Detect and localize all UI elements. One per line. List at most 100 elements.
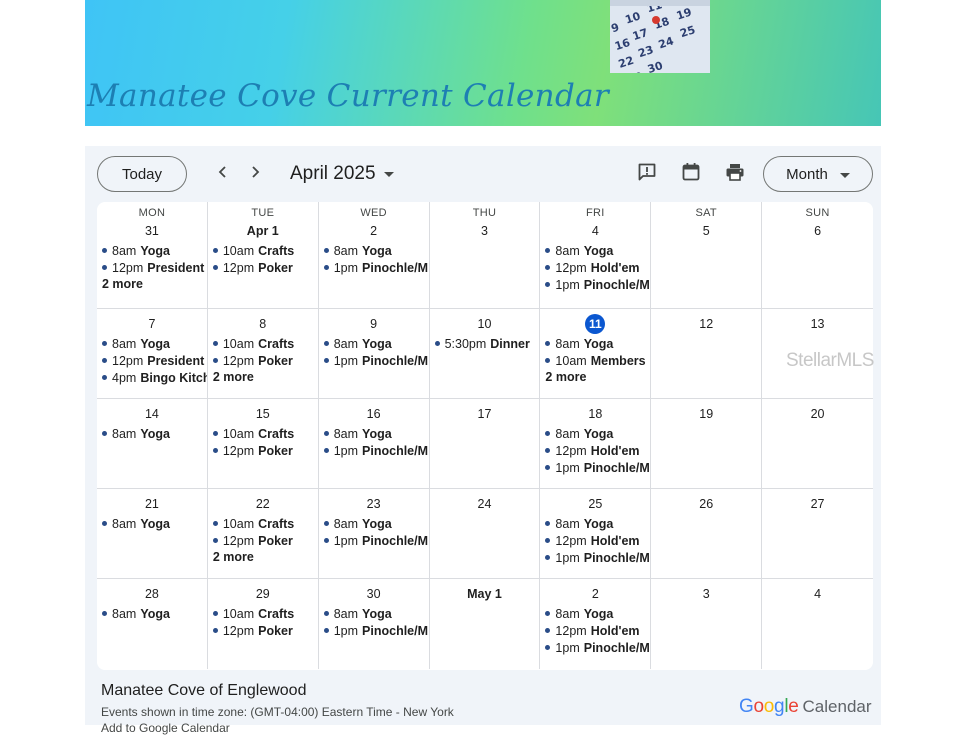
day-cell[interactable]: 28 8am Yoga [97, 579, 208, 669]
day-number[interactable]: 16 [367, 405, 381, 423]
day-number[interactable]: 26 [699, 495, 713, 513]
day-number[interactable]: 3 [703, 585, 710, 603]
event-chip[interactable]: 8am Yoga [544, 335, 650, 352]
more-events-link[interactable]: 2 more [544, 369, 650, 386]
event-chip[interactable]: 8am Yoga [323, 605, 429, 622]
event-chip[interactable]: 12pm Hold'em [544, 259, 650, 276]
event-chip[interactable]: 1pm Pinochle/M [323, 622, 429, 639]
day-cell[interactable]: 22 10am Crafts 12pm Poker 2 more [207, 489, 319, 579]
event-chip[interactable]: 8am Yoga [544, 242, 650, 259]
event-chip[interactable]: 12pm Poker [212, 442, 318, 459]
day-cell[interactable]: 12 [651, 309, 763, 399]
add-to-google-calendar-link[interactable]: Add to Google Calendar [101, 721, 230, 735]
event-chip[interactable]: 1pm Pinochle/M [544, 459, 650, 476]
day-number[interactable]: Apr 1 [247, 222, 279, 240]
day-number[interactable]: 24 [478, 495, 492, 513]
event-chip[interactable]: 8am Yoga [323, 242, 429, 259]
day-number[interactable]: 28 [145, 585, 159, 603]
day-number[interactable]: 3 [481, 222, 488, 240]
event-chip[interactable]: 8am Yoga [101, 242, 207, 259]
more-events-link[interactable]: 2 more [212, 369, 318, 386]
event-chip[interactable]: 10am Crafts [212, 515, 318, 532]
event-chip[interactable]: 12pm President [101, 259, 207, 276]
day-number[interactable]: 15 [256, 405, 270, 423]
day-number[interactable]: 17 [478, 405, 492, 423]
day-number[interactable]: 4 [592, 222, 599, 240]
event-chip[interactable]: 12pm Poker [212, 259, 318, 276]
event-chip[interactable]: 1pm Pinochle/M [323, 442, 429, 459]
next-month-button[interactable] [241, 160, 269, 188]
day-number[interactable]: 2 [592, 585, 599, 603]
day-number[interactable]: 22 [256, 495, 270, 513]
day-number[interactable]: 27 [811, 495, 825, 513]
day-cell[interactable]: 14 8am Yoga [97, 399, 208, 489]
day-number[interactable]: 5 [703, 222, 710, 240]
day-number[interactable]: 2 [370, 222, 377, 240]
event-chip[interactable]: 10am Crafts [212, 242, 318, 259]
feedback-button[interactable] [633, 160, 661, 188]
day-cell[interactable]: THU 3 [429, 202, 541, 309]
event-chip[interactable]: 12pm Hold'em [544, 622, 650, 639]
event-chip[interactable]: 12pm Poker [212, 622, 318, 639]
day-number[interactable]: May 1 [467, 585, 502, 603]
day-number[interactable]: 30 [367, 585, 381, 603]
day-number[interactable]: 12 [699, 315, 713, 333]
day-number[interactable]: 10 [478, 315, 492, 333]
day-cell[interactable]: SAT 5 [651, 202, 763, 309]
day-cell[interactable]: 21 8am Yoga [97, 489, 208, 579]
event-chip[interactable]: 1pm Pinochle/M [323, 352, 429, 369]
day-cell[interactable]: 11 8am Yoga 10am Members 2 more [540, 309, 652, 399]
event-chip[interactable]: 10am Crafts [212, 425, 318, 442]
day-cell[interactable]: FRI 4 8am Yoga 12pm Hold'em 1pm Pinochle/M [540, 202, 652, 309]
event-chip[interactable]: 12pm Hold'em [544, 532, 650, 549]
day-cell[interactable]: 18 8am Yoga 12pm Hold'em 1pm Pinochle/M [540, 399, 652, 489]
event-chip[interactable]: 8am Yoga [323, 335, 429, 352]
event-chip[interactable]: 12pm Hold'em [544, 442, 650, 459]
day-cell[interactable]: May 1 [430, 579, 541, 669]
event-chip[interactable]: 4pmBingo Kitchen [101, 369, 207, 386]
day-cell[interactable]: MON 31 8am Yoga 12pm President 2 more [97, 202, 208, 309]
event-chip[interactable]: 8am Yoga [544, 515, 650, 532]
day-number[interactable]: 20 [811, 405, 825, 423]
day-cell[interactable]: SUN 6 [762, 202, 873, 309]
more-events-link[interactable]: 2 more [212, 549, 318, 566]
more-events-link[interactable]: 2 more [101, 276, 207, 293]
day-number[interactable]: 25 [588, 495, 602, 513]
day-cell[interactable]: 10 5:30pm Dinner [429, 309, 541, 399]
day-cell[interactable]: TUE Apr 1 10am Crafts 12pm Poker [207, 202, 319, 309]
month-picker[interactable]: April 2025 [290, 160, 394, 188]
day-cell[interactable]: 2 8am Yoga 12pm Hold'em 1pm Pinochle/M [540, 579, 652, 669]
event-chip[interactable]: 1pm Pinochle/M [544, 276, 650, 293]
print-button[interactable] [721, 160, 749, 188]
day-number[interactable]: 18 [588, 405, 602, 423]
day-number[interactable]: 21 [145, 495, 159, 513]
event-chip[interactable]: 8am Yoga [101, 515, 207, 532]
today-button[interactable]: Today [97, 156, 187, 192]
google-calendar-logo[interactable]: Google Calendar [739, 696, 872, 718]
day-number[interactable]: 13 [811, 315, 825, 333]
day-cell[interactable]: 3 [651, 579, 763, 669]
event-chip[interactable]: 1pm Pinochle/M [323, 532, 429, 549]
event-chip[interactable]: 12pm Poker [212, 352, 318, 369]
day-number[interactable]: 14 [145, 405, 159, 423]
today-day-number[interactable]: 11 [585, 314, 606, 334]
event-chip[interactable]: 1pm Pinochle/M [323, 259, 429, 276]
day-cell[interactable]: 23 8am Yoga 1pm Pinochle/M [318, 489, 430, 579]
event-chip[interactable]: 10am Members [544, 352, 650, 369]
event-chip[interactable]: 10am Crafts [212, 335, 318, 352]
day-cell[interactable]: 20 [762, 399, 873, 489]
calendar-view-button[interactable] [677, 160, 705, 188]
event-chip[interactable]: 8am Yoga [101, 335, 207, 352]
event-chip[interactable]: 1pm Pinochle/M [544, 639, 650, 656]
day-number[interactable]: 23 [367, 495, 381, 513]
event-chip[interactable]: 1pm Pinochle/M [544, 549, 650, 566]
day-cell[interactable]: 19 [651, 399, 763, 489]
day-number[interactable]: 4 [814, 585, 821, 603]
event-chip[interactable]: 8am Yoga [323, 425, 429, 442]
day-number[interactable]: 6 [814, 222, 821, 240]
prev-month-button[interactable] [209, 160, 237, 188]
day-cell[interactable]: 9 8am Yoga 1pm Pinochle/M [318, 309, 430, 399]
day-cell[interactable]: 15 10am Crafts 12pm Poker [207, 399, 319, 489]
day-cell[interactable]: 29 10am Crafts 12pm Poker [208, 579, 319, 669]
event-chip[interactable]: 8am Yoga [544, 425, 650, 442]
